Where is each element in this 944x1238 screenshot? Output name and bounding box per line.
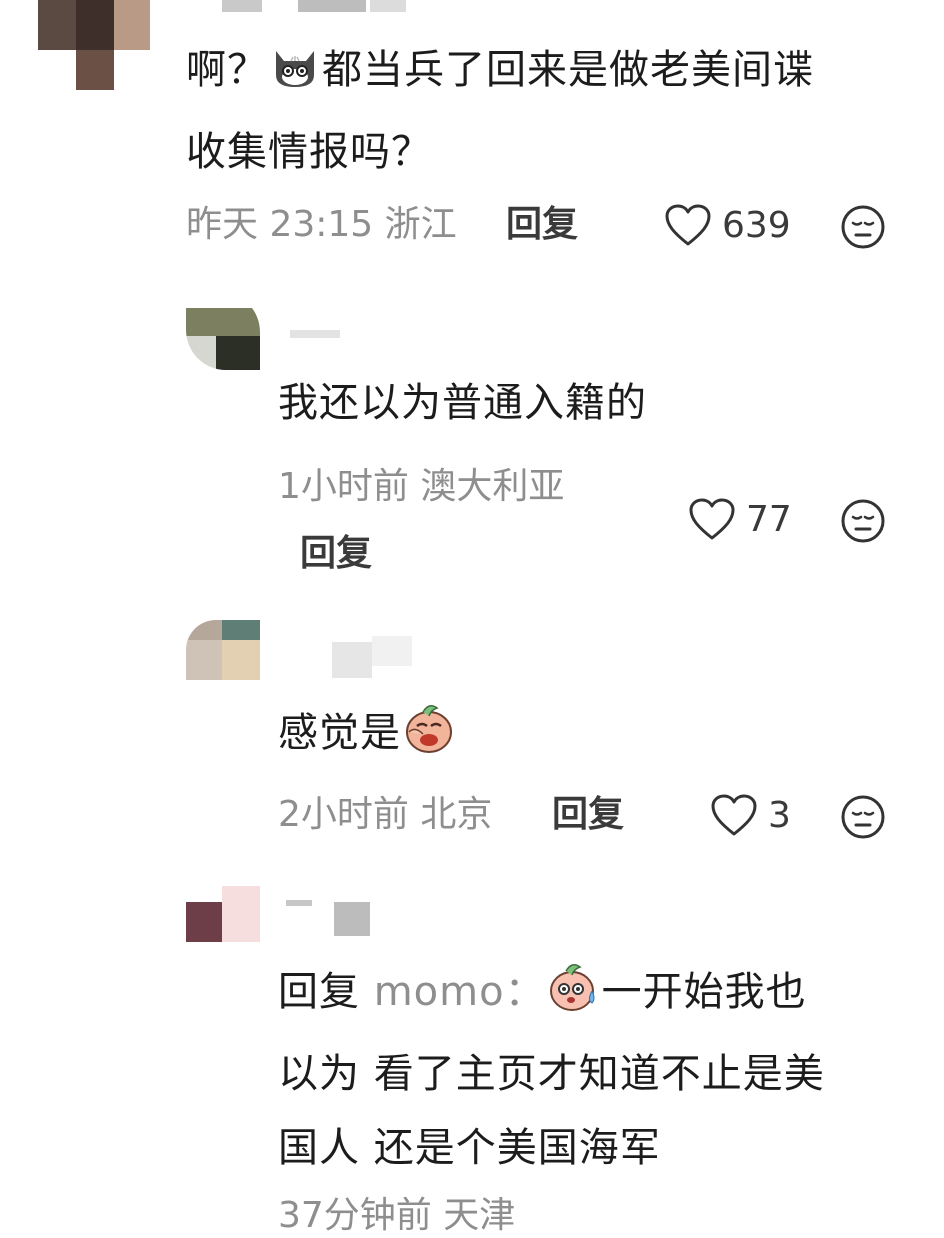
like-count: 77 — [746, 498, 792, 540]
reply-button[interactable]: 回复 — [552, 793, 624, 837]
comment-meta-partial: 37分钟前 天津 — [278, 1195, 516, 1236]
comment-text: 回复 momo： 一开始我也 以为 看了主页才知道不止是美 国人 还是个美国海军 — [278, 955, 918, 1185]
comment-meta: 昨天 23:15 浙江 — [186, 203, 457, 247]
like-button[interactable]: 639 — [664, 203, 791, 247]
comment-location: 浙江 — [384, 204, 457, 245]
comment-time: 1小时前 — [278, 466, 409, 507]
sweat-peach-emoji — [548, 961, 600, 1037]
heart-icon — [689, 498, 735, 540]
avatar[interactable] — [186, 620, 260, 680]
dislike-face-icon[interactable] — [840, 498, 886, 548]
reply-button[interactable]: 回复 — [300, 532, 372, 576]
comment-text: 感觉是 — [278, 696, 457, 778]
comment-time: 2小时前 — [278, 794, 409, 835]
username-blurred[interactable] — [222, 0, 262, 12]
avatar[interactable] — [38, 0, 150, 90]
reply-button[interactable]: 回复 — [506, 203, 578, 247]
comment-meta: 1小时前 澳大利亚 — [278, 465, 564, 509]
facepalm-peach-emoji — [403, 702, 455, 778]
like-button[interactable]: 3 — [710, 793, 791, 837]
like-count: 3 — [768, 794, 791, 836]
username-blurred[interactable] — [286, 900, 312, 906]
comment-meta: 2小时前 北京 — [278, 793, 492, 837]
avatar[interactable] — [186, 876, 260, 942]
heart-icon — [665, 204, 711, 246]
dislike-face-icon[interactable] — [840, 204, 886, 254]
avatar[interactable] — [186, 292, 260, 370]
heart-icon — [711, 794, 757, 836]
comment-location: 澳大利亚 — [420, 466, 565, 507]
cat-emoji — [270, 41, 320, 115]
username-blurred[interactable] — [290, 330, 340, 338]
reply-prefix: 回复 — [278, 969, 360, 1015]
reply-to-username[interactable]: momo： — [374, 969, 546, 1015]
dislike-face-icon[interactable] — [840, 794, 886, 844]
comment-text: 啊？ 都当兵了回来是做老美间谍 收集情报吗？ — [186, 33, 916, 189]
like-count: 639 — [722, 204, 791, 246]
comment-location: 北京 — [420, 794, 493, 835]
like-button[interactable]: 77 — [688, 497, 792, 541]
comment-time: 昨天 23:15 — [186, 204, 374, 245]
username-blurred[interactable] — [332, 642, 372, 678]
comment-text: 我还以为普通入籍的 — [278, 380, 647, 426]
